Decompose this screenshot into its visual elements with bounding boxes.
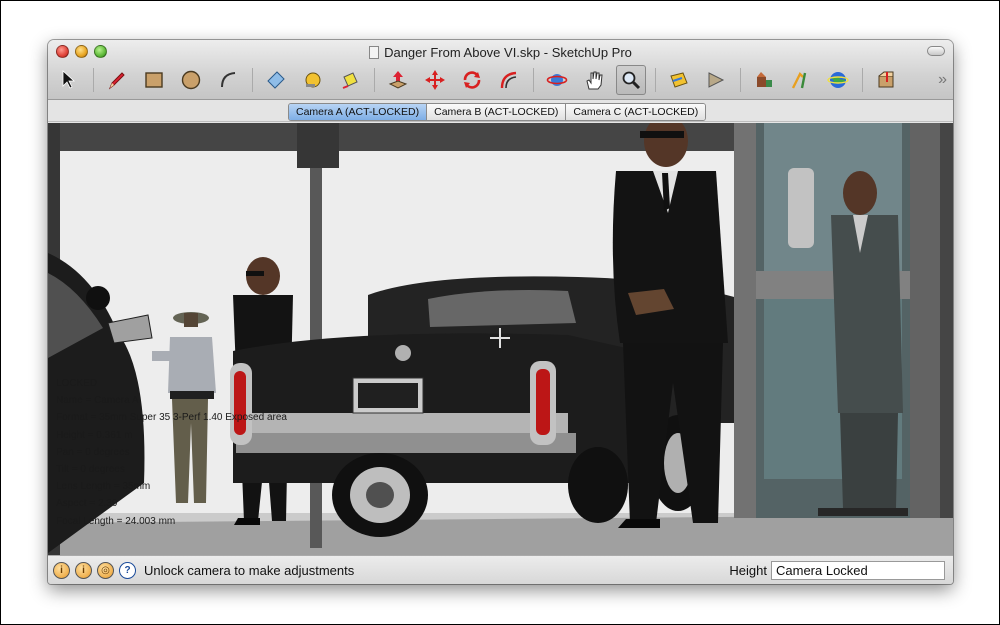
earth-tool[interactable] [823,65,853,95]
push-pull-tool[interactable] [383,65,413,95]
eraser-tool[interactable] [261,65,291,95]
move-tool[interactable] [420,65,450,95]
scenes-tool[interactable] [701,65,731,95]
select-tool[interactable] [54,65,84,95]
tab-camera-b[interactable]: Camera B (ACT-LOCKED) [427,104,567,120]
tab-camera-c[interactable]: Camera C (ACT-LOCKED) [566,104,706,120]
rotate-tool[interactable] [457,65,487,95]
rectangle-tool[interactable] [139,65,169,95]
measurements-input[interactable] [771,560,945,580]
arc-icon [221,72,236,88]
zoom-extents-icon [670,72,688,88]
offset-icon [500,71,517,89]
orbit-icon [546,74,568,86]
components-icon [757,72,772,87]
pan-tool[interactable] [579,65,609,95]
warehouse-tool[interactable] [786,65,816,95]
status-message: Unlock camera to make adjustments [144,562,355,578]
help-icon[interactable]: ? [119,561,136,579]
toolbar-separator [374,68,375,92]
warehouse-icon [791,71,807,89]
rectangle-icon [145,72,163,88]
user-icon[interactable]: ◎ [97,561,114,579]
arc-tool[interactable] [213,65,243,95]
sketchup-window: Danger From Above VI.skp - SketchUp Pro [48,40,953,584]
window-title-wrap: Danger From Above VI.skp - SketchUp Pro [48,45,953,60]
toolbar-separator [93,68,94,92]
components-tool[interactable] [749,65,779,95]
camera-info-overlay: LOCKED Name = Camera A Format = 35mm Sup… [56,375,287,530]
eraser-icon [267,71,285,89]
scene-tabs-bar: Camera A (ACT-LOCKED) Camera B (ACT-LOCK… [48,100,953,122]
offset-tool[interactable] [494,65,524,95]
toolbar-separator [655,68,656,92]
select-icon [62,70,76,89]
toolbar-separator [862,68,863,92]
circle-tool[interactable] [176,65,206,95]
toolbar: » [54,64,947,96]
circle-icon [181,70,201,90]
camera-info-line: Pan = 0 degrees [56,446,130,458]
document-icon[interactable] [369,46,380,59]
paint-bucket-icon [342,72,358,89]
rotate-icon [463,71,481,89]
pencil-icon [108,72,125,90]
scene-tabs: Camera A (ACT-LOCKED) Camera B (ACT-LOCK… [288,103,707,121]
title-bar: Danger From Above VI.skp - SketchUp Pro [48,40,953,100]
extension-tool[interactable] [871,65,901,95]
extension-icon [878,71,894,88]
toolbar-separator [740,68,741,92]
credits-icon[interactable]: i [75,561,92,579]
pencil-tool[interactable] [102,65,132,95]
zoom-tool[interactable] [616,65,646,95]
move-icon [425,70,445,90]
tape-measure-icon [305,72,321,88]
toolbar-separator [252,68,253,92]
zoom-extents-tool[interactable] [664,65,694,95]
toolbar-overflow-chevron[interactable]: » [938,71,947,89]
camera-info-line: Focal Length = 24.003 mm [56,515,176,527]
pan-icon [586,71,603,90]
window-title: Danger From Above VI.skp - SketchUp Pro [384,45,632,60]
zoom-icon [622,71,641,90]
push-pull-icon [388,71,408,89]
earth-icon [827,72,849,88]
camera-info-line: Name = Camera A [56,395,139,407]
status-bar: i i ◎ ? Unlock camera to make adjustment… [48,555,953,584]
geolocation-icon[interactable]: i [53,561,70,579]
paint-bucket-tool[interactable] [335,65,365,95]
toolbar-toggle-button[interactable] [927,46,945,56]
measurements-label: Height [729,562,767,578]
camera-info-line: Aspect = 2.39 [56,498,118,510]
camera-info-line: Lens Length = 35mm [56,481,151,493]
camera-info-line: Height = 0.361 m [56,429,133,441]
camera-info-line: LOCKED [56,378,98,389]
model-viewport[interactable]: LOCKED Name = Camera A Format = 35mm Sup… [48,123,953,555]
tape-measure-tool[interactable] [298,65,328,95]
camera-info-line: Format = 35mm Super 35 3-Perf 1.40 Expos… [56,412,287,424]
toolbar-separator [533,68,534,92]
scenes-icon [708,72,725,88]
orbit-tool[interactable] [542,65,572,95]
camera-info-line: Tilt = 0 degrees [56,464,125,476]
tab-camera-a[interactable]: Camera A (ACT-LOCKED) [289,104,428,120]
